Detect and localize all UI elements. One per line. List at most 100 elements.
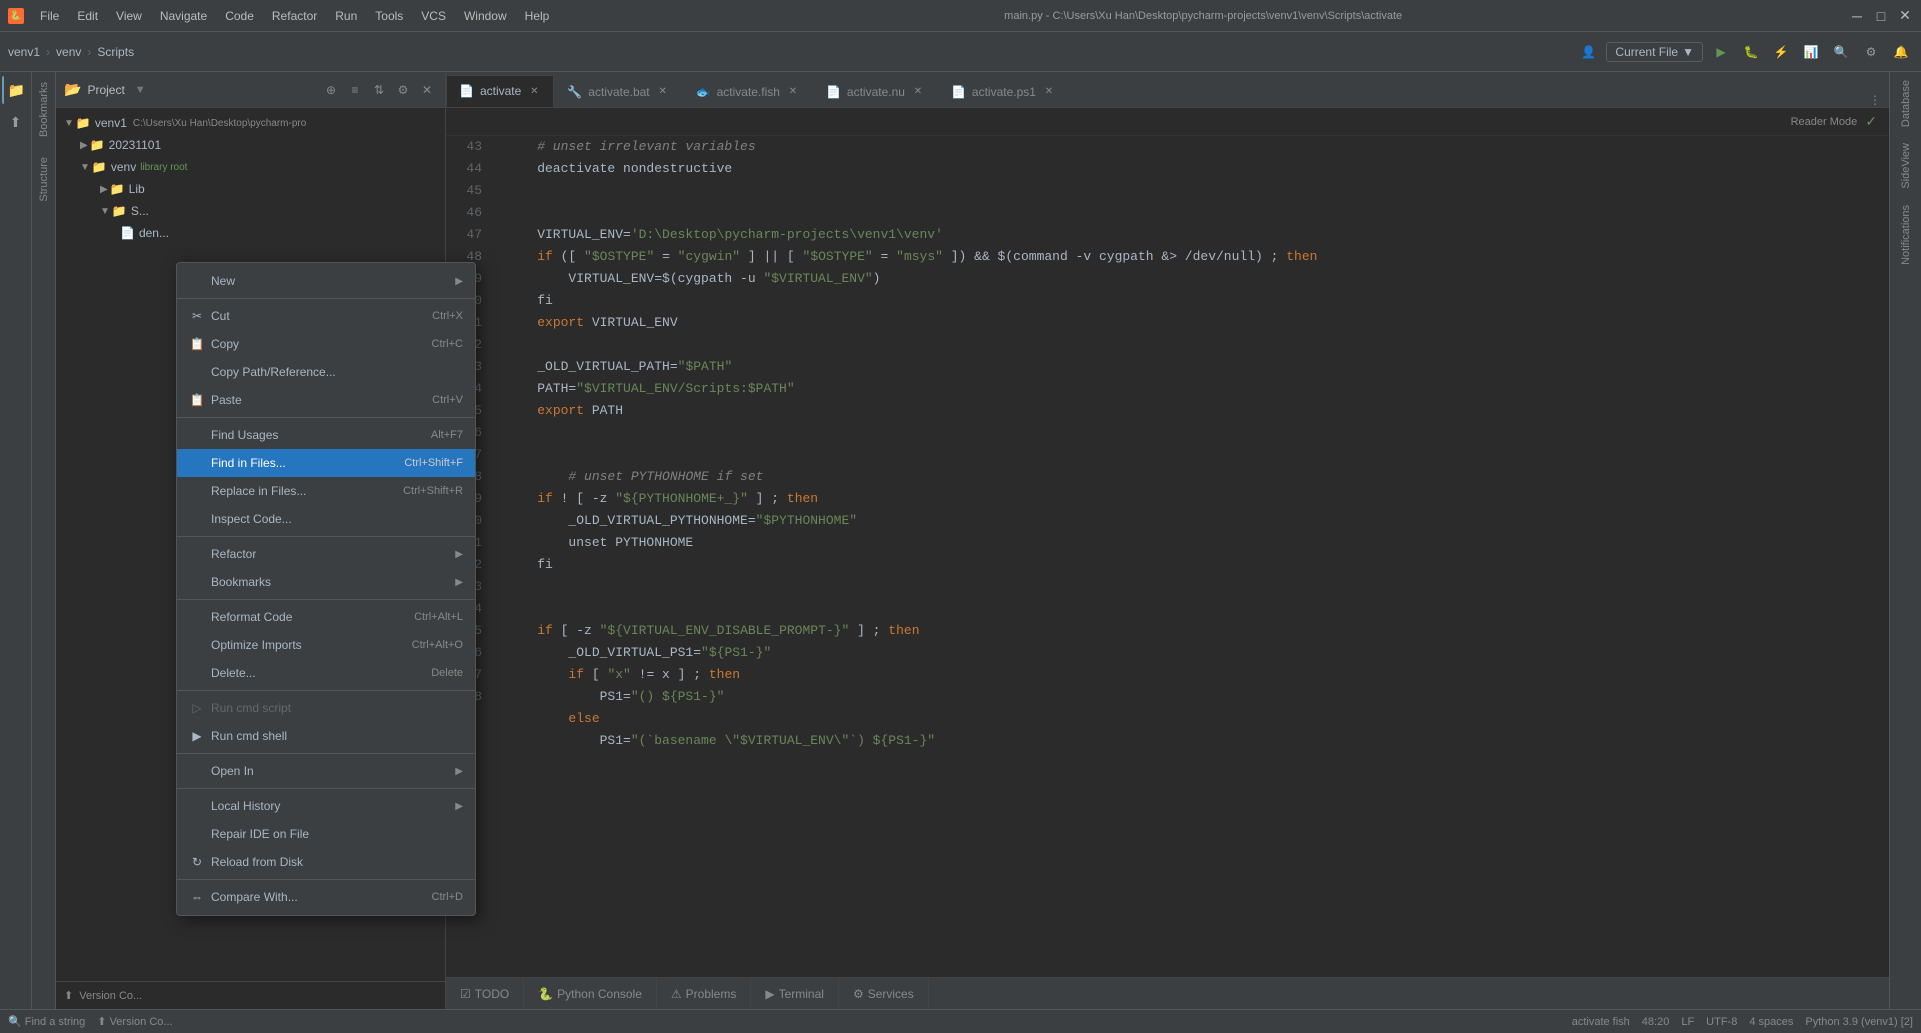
sidebar-project-icon[interactable]: 📁 (2, 76, 30, 104)
tab-activate-nu[interactable]: 📄 activate.nu ✕ (813, 75, 938, 107)
breadcrumb-scripts[interactable]: Scripts (97, 45, 134, 59)
search-everywhere-button[interactable]: 🔍 (1829, 40, 1853, 64)
ctx-compare-with[interactable]: ⇔ Compare With... Ctrl+D (177, 883, 475, 911)
tab-activate[interactable]: 📄 activate ✕ (446, 75, 554, 107)
ctx-copy[interactable]: 📋 Copy Ctrl+C (177, 330, 475, 358)
left-sidebar: 📁 ⬆ (0, 72, 32, 1009)
ctx-inspect-code[interactable]: Inspect Code... (177, 505, 475, 533)
ctx-reformat[interactable]: Reformat Code Ctrl+Alt+L (177, 603, 475, 631)
menu-file[interactable]: File (32, 7, 67, 25)
ctx-delete[interactable]: Delete... Delete (177, 659, 475, 687)
sideview-tab[interactable]: SideView (1894, 135, 1918, 197)
ctx-cut[interactable]: ✂ Cut Ctrl+X (177, 302, 475, 330)
ctx-compare-label: Compare With... (211, 890, 298, 904)
tab-activate-fish-close[interactable]: ✕ (786, 85, 800, 99)
menu-help[interactable]: Help (517, 7, 558, 25)
version-control-label[interactable]: Version Co... (79, 990, 142, 1002)
breadcrumb-venv[interactable]: venv (56, 45, 81, 59)
ctx-run-cmd-shell[interactable]: ▶ Run cmd shell (177, 722, 475, 750)
ctx-new-arrow: ▶ (455, 276, 463, 287)
title-bar: 🐍 File Edit View Navigate Code Refactor … (0, 0, 1921, 32)
tree-item-den[interactable]: 📄 den... (56, 222, 445, 244)
bookmarks-vtab[interactable]: Bookmarks (34, 72, 54, 147)
reader-mode-check[interactable]: ✓ (1865, 113, 1877, 130)
ctx-optimize-imports[interactable]: Optimize Imports Ctrl+Alt+O (177, 631, 475, 659)
ctx-new[interactable]: New ▶ (177, 267, 475, 295)
tab-activate-ps1[interactable]: 📄 activate.ps1 ✕ (938, 75, 1069, 107)
notifications-tab[interactable]: Notifications (1894, 197, 1918, 273)
ctx-bookmarks[interactable]: Bookmarks ▶ (177, 568, 475, 596)
tab-activate-bat-close[interactable]: ✕ (656, 85, 670, 99)
locate-file-icon[interactable]: ⊕ (321, 80, 341, 100)
sidebar-commit-icon[interactable]: ⬆ (2, 108, 30, 136)
coverage-button[interactable]: ⚡ (1769, 40, 1793, 64)
ctx-replace-in-files[interactable]: Replace in Files... Ctrl+Shift+R (177, 477, 475, 505)
menu-edit[interactable]: Edit (69, 7, 106, 25)
ctx-repair-ide[interactable]: Repair IDE on File (177, 820, 475, 848)
ctx-local-history[interactable]: Local History ▶ (177, 792, 475, 820)
database-tab[interactable]: Database (1894, 72, 1918, 135)
python-interpreter[interactable]: Python 3.9 (venv1) [2] (1805, 1016, 1913, 1028)
tab-services[interactable]: ⚙ Services (839, 978, 929, 1009)
ctx-find-usages[interactable]: Find Usages Alt+F7 (177, 421, 475, 449)
profile-button[interactable]: 📊 (1799, 40, 1823, 64)
menu-code[interactable]: Code (217, 7, 262, 25)
breadcrumb-venv1[interactable]: venv1 (8, 45, 40, 59)
version-control-status[interactable]: ⬆ Version Co... (97, 1015, 172, 1028)
ctx-paste[interactable]: 📋 Paste Ctrl+V (177, 386, 475, 414)
tab-activate-bat[interactable]: 🔧 activate.bat ✕ (554, 75, 682, 107)
run-config-dropdown[interactable]: Current File ▼ (1606, 42, 1703, 62)
ctx-open-in[interactable]: Open In ▶ (177, 757, 475, 785)
tab-activate-ps1-close[interactable]: ✕ (1042, 85, 1056, 99)
collapse-all-icon[interactable]: ≡ (345, 80, 365, 100)
ctx-refactor[interactable]: Refactor ▶ (177, 540, 475, 568)
indent-setting[interactable]: 4 spaces (1749, 1016, 1793, 1028)
menu-refactor[interactable]: Refactor (264, 7, 325, 25)
minimize-button[interactable]: ─ (1849, 8, 1865, 24)
tree-item-venv1[interactable]: ▼ 📁 venv1 C:\Users\Xu Han\Desktop\pychar… (56, 112, 445, 134)
avatar-button[interactable]: 👤 (1576, 40, 1600, 64)
tree-item-lib[interactable]: ▶ 📁 Lib (56, 178, 445, 200)
close-panel-icon[interactable]: ✕ (417, 80, 437, 100)
menu-window[interactable]: Window (456, 7, 515, 25)
tree-item-20231101[interactable]: ▶ 📁 20231101 (56, 134, 445, 156)
code-editor[interactable]: 43 44 45 46 47 48 49 50 51 52 53 54 55 5… (446, 136, 1889, 977)
gear-icon[interactable]: ⚙ (393, 80, 413, 100)
menu-vcs[interactable]: VCS (413, 7, 454, 25)
ctx-find-in-files[interactable]: Find in Files... Ctrl+Shift+F (177, 449, 475, 477)
debug-button[interactable]: 🐛 (1739, 40, 1763, 64)
cursor-position[interactable]: 48:20 (1642, 1016, 1670, 1028)
project-dropdown-arrow[interactable]: ▼ (135, 84, 146, 96)
tab-overflow-button[interactable]: ⋮ (1861, 93, 1889, 107)
ctx-optimize-shortcut: Ctrl+Alt+O (412, 639, 463, 651)
ctx-copy-path[interactable]: Copy Path/Reference... (177, 358, 475, 386)
tab-python-console[interactable]: 🐍 Python Console (524, 978, 657, 1009)
tab-terminal[interactable]: ▶ Terminal (751, 978, 839, 1009)
tab-problems[interactable]: ⚠ Problems (657, 978, 751, 1009)
menu-run[interactable]: Run (327, 7, 365, 25)
tree-item-scripts[interactable]: ▼ 📁 S... (56, 200, 445, 222)
structure-vtab[interactable]: Structure (34, 147, 54, 212)
tab-todo[interactable]: ☑ TODO (446, 978, 524, 1009)
menu-navigate[interactable]: Navigate (152, 7, 215, 25)
menu-tools[interactable]: Tools (367, 7, 411, 25)
tab-activate-close[interactable]: ✕ (527, 84, 541, 98)
tab-activate-fish[interactable]: 🐟 activate.fish ✕ (683, 75, 813, 107)
updates-button[interactable]: 🔔 (1889, 40, 1913, 64)
vc-icon: ⬆ (97, 1016, 106, 1028)
tab-activate-nu-close[interactable]: ✕ (911, 85, 925, 99)
tree-item-venv[interactable]: ▼ 📁 venv library root (56, 156, 445, 178)
ctx-find-usages-label: Find Usages (211, 428, 278, 442)
context-menu: New ▶ ✂ Cut Ctrl+X 📋 Copy Ctrl+C (176, 262, 476, 916)
encoding[interactable]: UTF-8 (1706, 1016, 1737, 1028)
settings-button[interactable]: ⚙ (1859, 40, 1883, 64)
line-ending[interactable]: LF (1681, 1016, 1694, 1028)
code-content[interactable]: # unset irrelevant variables deactivate … (494, 136, 1889, 977)
find-string-button[interactable]: 🔍 Find a string (8, 1015, 85, 1028)
maximize-button[interactable]: □ (1873, 8, 1889, 24)
close-button[interactable]: ✕ (1897, 8, 1913, 24)
run-button[interactable]: ▶ (1709, 40, 1733, 64)
ctx-reload-from-disk[interactable]: ↻ Reload from Disk (177, 848, 475, 876)
menu-view[interactable]: View (108, 7, 150, 25)
sort-icon[interactable]: ⇅ (369, 80, 389, 100)
